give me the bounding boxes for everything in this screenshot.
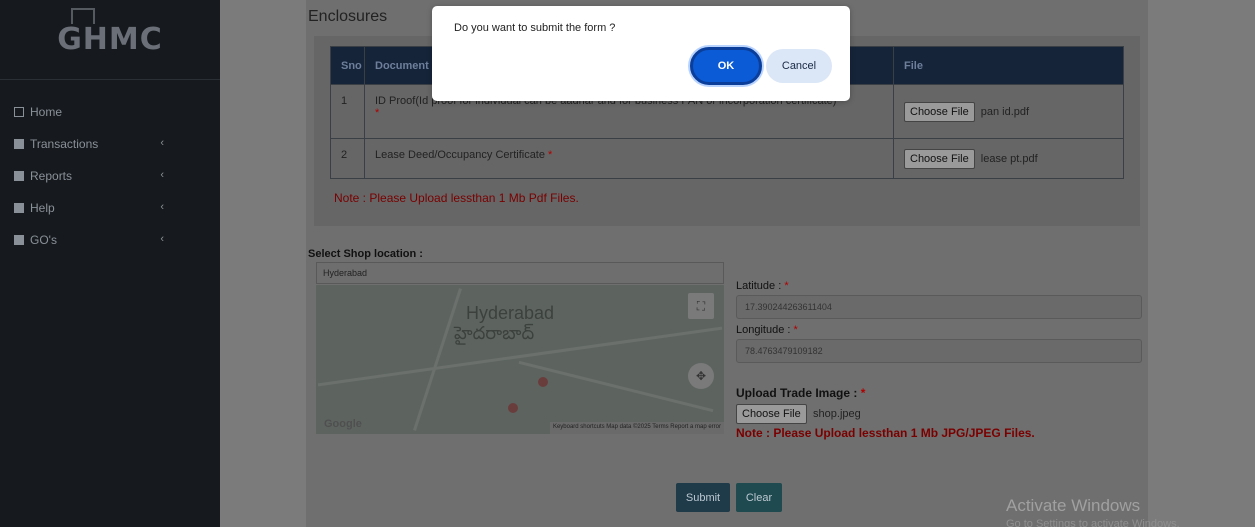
required-mark: * [784,280,789,292]
trade-image-upload: Choose File shop.jpeg [736,404,861,424]
list-icon [14,203,24,213]
sidebar-item-help[interactable]: Help ‹ [0,192,220,224]
row-sno: 1 [330,84,365,139]
list-icon [14,171,24,181]
chevron-left-icon: ‹ [160,233,164,245]
file-name: shop.jpeg [813,408,861,420]
map-road [413,288,462,431]
map-search-input[interactable]: Hyderabad [316,262,724,284]
latitude-label: Latitude : * [736,280,789,292]
map-city-label-telugu: హైదరాబాద్ [454,323,535,343]
row-sno: 2 [330,138,365,179]
logo-text: GHMC [57,8,163,57]
map-city-label: Hyderabad [466,303,555,323]
location-map[interactable]: Hyderabad హైదరాబాద్ ⛶ ✥ Google Keyboard … [316,285,724,434]
upload-label-text: Upload Trade Image : [736,386,858,400]
row-file: Choose File lease pt.pdf [893,138,1124,179]
dialog-message: Do you want to submit the form ? [454,22,616,34]
confirm-dialog: Do you want to submit the form ? OK Canc… [432,6,850,101]
shop-location-label: Select Shop location : [308,248,423,260]
latitude-field[interactable]: 17.390244263611404 [736,295,1142,319]
fullscreen-icon[interactable]: ⛶ [688,293,714,319]
upload-trade-image-label: Upload Trade Image : * [736,386,865,400]
list-icon [14,235,24,245]
chevron-left-icon: ‹ [160,169,164,181]
sidebar: GHMC Home Transactions ‹ Reports ‹ Help … [0,0,220,527]
google-logo: Google [324,418,362,430]
sidebar-item-label: GO's [30,233,57,247]
choose-file-button[interactable]: Choose File [904,148,975,169]
required-mark: * [860,386,866,400]
submit-button[interactable]: Submit [676,483,730,512]
col-file: File [893,46,1124,85]
file-name: lease pt.pdf [980,152,1038,165]
col-sno: Sno [330,46,365,85]
latitude-label-text: Latitude : [736,280,782,292]
ok-button[interactable]: OK [690,47,762,85]
required-mark: * [548,149,553,161]
document-name: Lease Deed/Occupancy Certificate [375,149,545,161]
choose-file-button[interactable]: Choose File [904,101,975,122]
sidebar-item-reports[interactable]: Reports ‹ [0,160,220,192]
pdf-upload-note: Note : Please Upload lessthan 1 Mb Pdf F… [334,191,579,205]
table-row: 2 Lease Deed/Occupancy Certificate * Cho… [330,138,1124,179]
sidebar-item-label: Home [30,105,63,119]
file-name: pan id.pdf [980,105,1030,118]
clear-button[interactable]: Clear [736,483,782,512]
sidebar-item-gos[interactable]: GO's ‹ [0,224,220,256]
enclosures-title: Enclosures [308,8,388,25]
sidebar-item-transactions[interactable]: Transactions ‹ [0,128,220,160]
ghmc-logo[interactable]: GHMC [0,0,220,80]
longitude-label: Longitude : * [736,324,798,336]
image-upload-note: Note : Please Upload lessthan 1 Mb JPG/J… [736,426,1035,440]
sidebar-nav: Home Transactions ‹ Reports ‹ Help ‹ GO'… [0,80,220,256]
cancel-button[interactable]: Cancel [766,49,832,83]
map-marker-icon [508,403,518,413]
row-file: Choose File pan id.pdf [893,84,1124,139]
chevron-left-icon: ‹ [160,137,164,149]
chevron-left-icon: ‹ [160,201,164,213]
required-mark: * [793,324,798,336]
activate-windows-title: Activate Windows [1006,496,1141,515]
sidebar-item-home[interactable]: Home [0,96,220,128]
pan-control-icon[interactable]: ✥ [688,363,714,389]
sidebar-item-label: Transactions [30,137,99,151]
map-attribution[interactable]: Keyboard shortcuts Map data ©2025 Terms … [549,422,724,434]
activate-windows-subtitle: Go to Settings to activate Windows. [1006,518,1180,527]
sidebar-item-label: Help [30,201,55,215]
row-document: Lease Deed/Occupancy Certificate * [364,138,894,179]
required-mark: * [375,107,380,119]
longitude-label-text: Longitude : [736,324,791,336]
home-icon [14,107,24,117]
list-icon [14,139,24,149]
map-marker-icon [538,377,548,387]
choose-file-button[interactable]: Choose File [736,404,807,424]
sidebar-item-label: Reports [30,169,73,183]
longitude-field[interactable]: 78.4763479109182 [736,339,1142,363]
map-road [518,360,714,413]
